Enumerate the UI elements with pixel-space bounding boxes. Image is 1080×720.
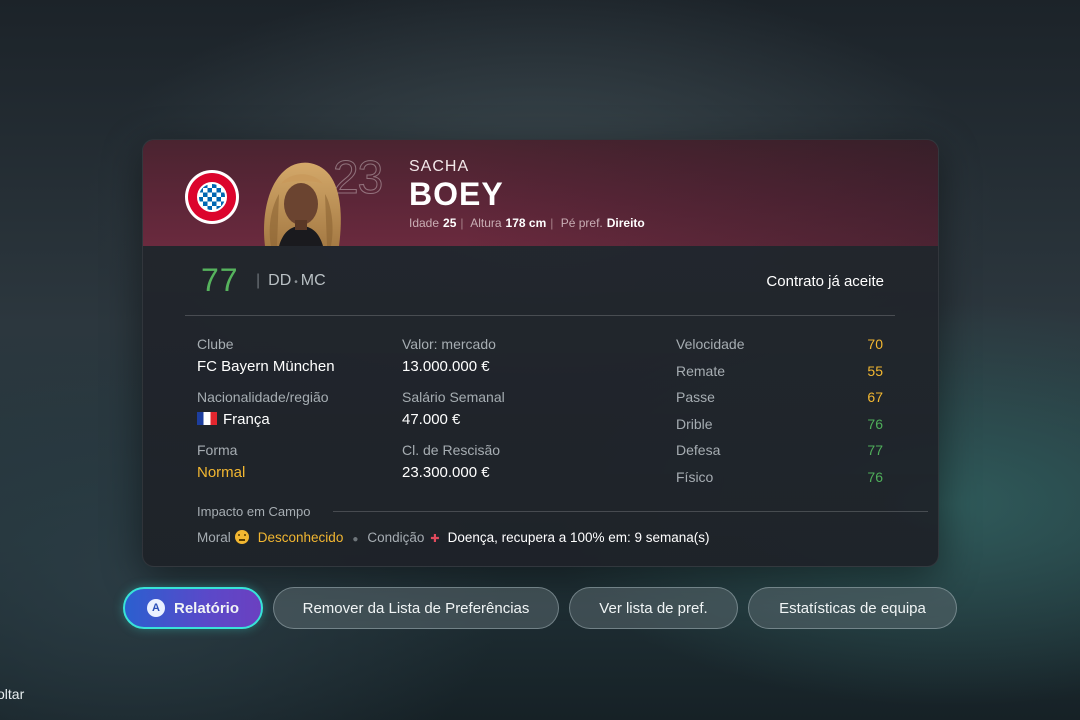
a-button-icon: A — [146, 599, 165, 617]
stat-value: 67 — [867, 389, 883, 405]
market-value-label: Valor: mercado — [402, 336, 496, 352]
club-value: FC Bayern München — [197, 358, 335, 375]
stat-row: Defesa 77 — [676, 442, 883, 458]
player-meta: Idade 25 | Altura 178 cm | Pé pref. Direito — [409, 216, 645, 230]
overall-rating: 77 — [201, 262, 239, 298]
smiley-icon — [234, 530, 249, 544]
moral-value: Desconhecido — [257, 530, 344, 545]
stat-row: Remate 55 — [676, 363, 883, 379]
stat-value: 76 — [867, 469, 883, 485]
stat-label: Drible — [676, 416, 713, 432]
foot-value: Direito — [606, 216, 645, 230]
stat-label: Defesa — [676, 442, 721, 458]
wage-field: Salário Semanal 47.000 € — [402, 389, 505, 428]
market-value: 13.000.000 € — [402, 358, 490, 375]
club-crest-icon — [185, 170, 239, 224]
height-label: Altura — [470, 216, 502, 230]
player-photo — [264, 162, 341, 246]
report-button-label: Relatório — [173, 599, 239, 617]
height-value: 178 cm — [505, 216, 547, 230]
club-field: Clube FC Bayern München — [197, 336, 335, 375]
stat-label: Remate — [676, 363, 726, 379]
stat-value: 76 — [867, 416, 883, 432]
age-label: Idade — [409, 216, 440, 230]
stat-value: 55 — [867, 363, 883, 379]
nationality-value: França — [223, 411, 270, 428]
player-last-name: BOEY — [409, 176, 504, 212]
stat-row: Drible 76 — [676, 416, 883, 432]
stat-row: Velocidade 70 — [676, 336, 883, 352]
wage-label: Salário Semanal — [402, 389, 505, 405]
stat-row: Físico 76 — [676, 469, 883, 485]
player-card: 23 SACHA BOEY Idade 25 | Altura 178 cm | Pé … — [142, 139, 939, 567]
stat-row: Passe 67 — [676, 389, 883, 405]
age-value: 25 — [443, 216, 457, 230]
form-label: Forma — [197, 442, 238, 458]
position-alt: MC — [300, 272, 326, 289]
player-first-name: SACHA — [409, 158, 470, 175]
form-value: Normal — [197, 464, 246, 481]
stat-label: Velocidade — [676, 336, 745, 352]
club-label: Clube — [197, 336, 234, 352]
medical-icon: ✚ — [430, 533, 440, 545]
stat-value: 70 — [867, 336, 883, 352]
remove-from-preferences-button[interactable]: Remover da Lista de Preferências — [273, 587, 559, 629]
wage-value: 47.000 € — [402, 411, 461, 428]
stat-label: Físico — [676, 469, 714, 485]
nationality-label: Nacionalidade/região — [197, 389, 329, 405]
condition-label: Condição — [367, 530, 425, 545]
view-pref-label: Ver lista de pref. — [599, 599, 708, 617]
remove-pref-label: Remover da Lista de Preferências — [302, 599, 530, 617]
market-value-field: Valor: mercado 13.000.000 € — [402, 336, 496, 375]
status-line: Moral Desconhecido ● Condição ✚ Doença, recup… — [197, 530, 710, 545]
divider — [185, 315, 895, 316]
moral-label: Moral — [197, 530, 231, 545]
team-stats-button[interactable]: Estatísticas de equipa — [748, 587, 957, 629]
release-clause-value: 23.300.000 € — [402, 464, 490, 481]
release-clause-label: Cl. de Rescisão — [402, 442, 501, 458]
positions: | DD • MC — [256, 272, 326, 289]
france-flag-icon — [197, 412, 217, 425]
impact-title: Impacto em Campo — [197, 504, 311, 519]
report-button[interactable]: A Relatório — [123, 587, 263, 629]
team-stats-label: Estatísticas de equipa — [779, 599, 926, 617]
impact-divider — [333, 511, 928, 512]
view-preferences-button[interactable]: Ver lista de pref. — [569, 587, 738, 629]
foot-label: Pé pref. — [560, 216, 603, 230]
contract-status: Contrato já aceite — [766, 273, 884, 290]
release-clause-field: Cl. de Rescisão 23.300.000 € — [402, 442, 500, 481]
condition-value: Doença, recupera a 100% em: 9 semana(s) — [447, 530, 710, 545]
nationality-field: Nacionalidade/região França — [197, 389, 329, 428]
form-field: Forma Normal — [197, 442, 245, 481]
stat-value: 77 — [867, 442, 883, 458]
back-button[interactable]: oltar — [0, 686, 24, 702]
stat-label: Passe — [676, 389, 715, 405]
position-main: DD — [268, 272, 292, 289]
